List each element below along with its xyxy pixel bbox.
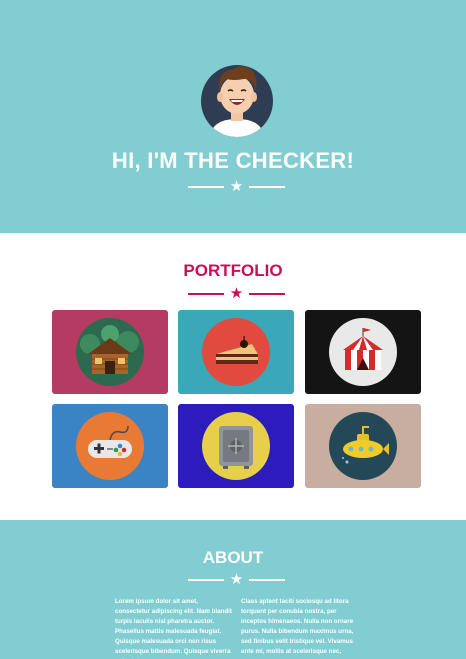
about-title: ABOUT xyxy=(202,548,264,567)
star-icon: ★ xyxy=(229,178,244,195)
divider-line xyxy=(249,186,285,188)
portfolio-item-game-controller[interactable] xyxy=(52,404,168,488)
portfolio-item-circus-tent[interactable] xyxy=(305,310,421,394)
circus-tent-icon xyxy=(329,318,397,386)
masthead: HI, I'M THE CHECKER! ★ xyxy=(0,0,466,233)
page-title: HI, I'M THE CHECKER! xyxy=(111,148,355,173)
divider-line xyxy=(249,293,285,295)
divider-line xyxy=(249,579,285,581)
portfolio-item-submarine[interactable] xyxy=(305,404,421,488)
about-section: ABOUT ★ Lorem ipsum dolor sit amet, cons… xyxy=(0,520,466,659)
avatar xyxy=(201,65,273,137)
title-divider: ★ xyxy=(188,178,285,195)
portfolio-item-safe[interactable] xyxy=(178,404,294,488)
cake-icon xyxy=(202,318,270,386)
safe-icon xyxy=(202,412,270,480)
divider-line xyxy=(188,293,224,295)
portfolio-section: PORTFOLIO ★ xyxy=(0,233,466,520)
portfolio-title: PORTFOLIO xyxy=(183,261,283,280)
divider-line xyxy=(188,186,224,188)
portfolio-item-cabin[interactable] xyxy=(52,310,168,394)
portfolio-divider: ★ xyxy=(188,285,285,302)
submarine-icon xyxy=(329,412,397,480)
about-column-right: Class aptent taciti sociosqu ad litora t… xyxy=(241,598,354,655)
divider-line xyxy=(188,579,224,581)
star-icon: ★ xyxy=(229,285,244,302)
portfolio-item-cake[interactable] xyxy=(178,310,294,394)
star-icon: ★ xyxy=(229,571,244,588)
cabin-icon xyxy=(76,318,144,386)
about-divider: ★ xyxy=(188,571,285,588)
about-column-left: Lorem ipsum dolor sit amet, consectetur … xyxy=(115,598,232,659)
game-controller-icon xyxy=(76,412,144,480)
